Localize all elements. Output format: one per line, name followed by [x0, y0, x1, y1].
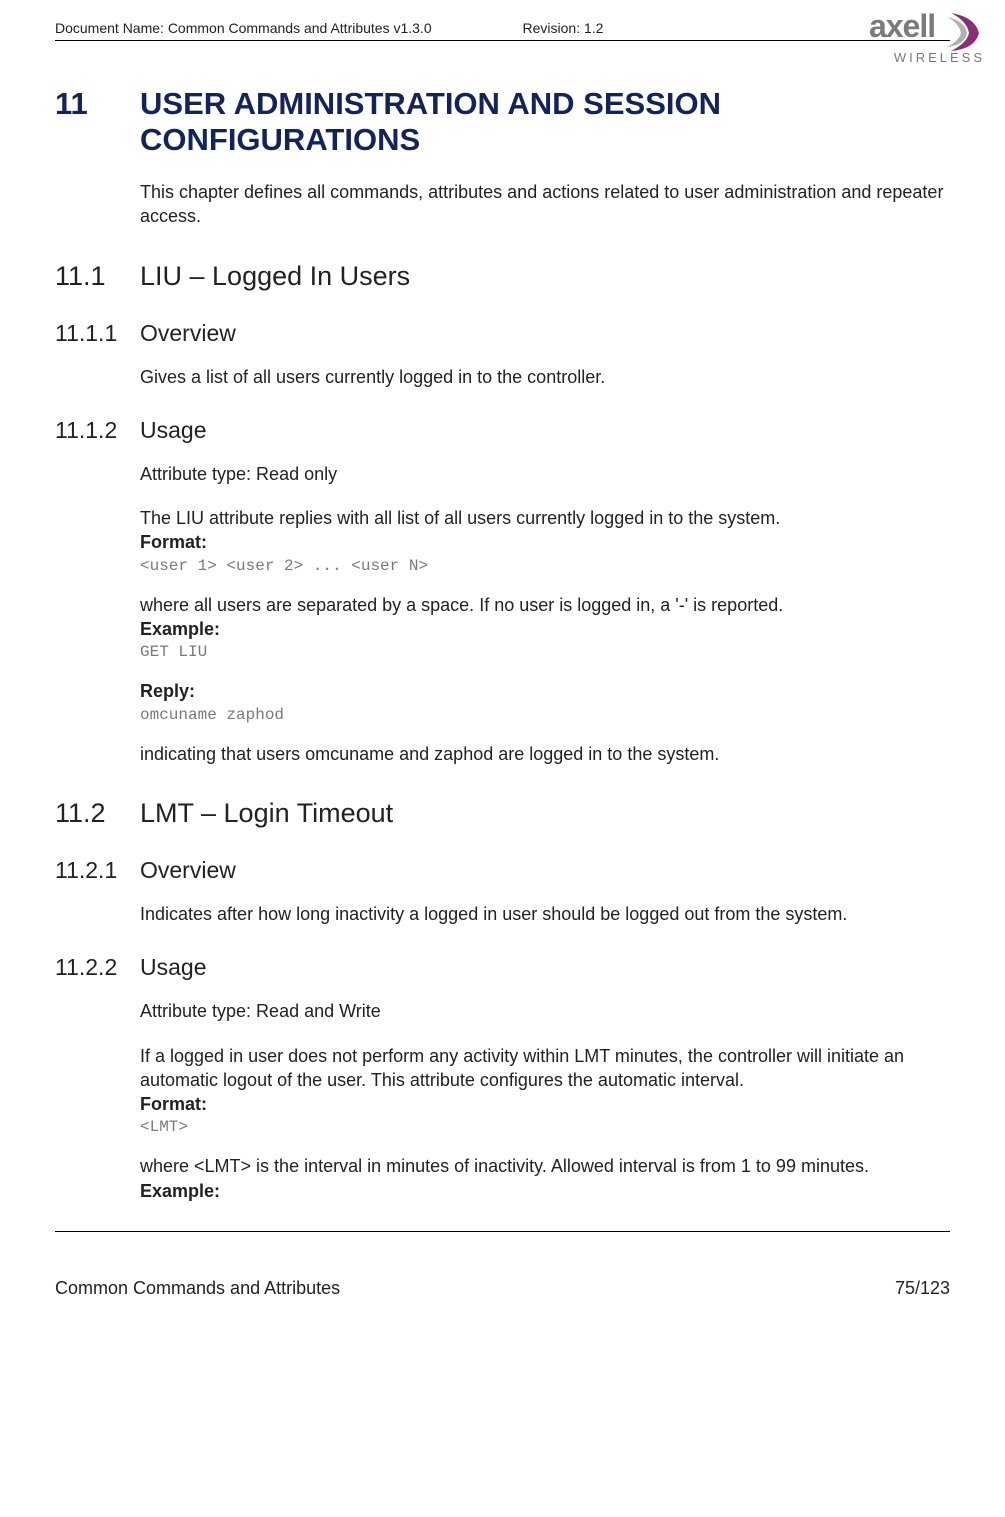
subsection-number: 11.2.2 — [55, 954, 140, 981]
format-code: <user 1> <user 2> ... <user N> — [55, 557, 950, 575]
where-text-block: where all users are separated by a space… — [55, 593, 950, 642]
where-text: where <LMT> is the interval in minutes o… — [140, 1156, 869, 1176]
format-label: Format: — [140, 1094, 207, 1114]
section-title-text: LIU – Logged In Users — [140, 261, 410, 292]
footer-left-text: Common Commands and Attributes — [55, 1278, 340, 1299]
chapter-heading: 11 USER ADMINISTRATION AND SESSION CONFI… — [55, 86, 950, 158]
where-text: where all users are separated by a space… — [140, 595, 783, 615]
overview-text: Gives a list of all users currently logg… — [55, 365, 950, 389]
section-number: 11.1 — [55, 261, 140, 292]
indicating-text: indicating that users omcuname and zapho… — [55, 742, 950, 766]
section-title-text: LMT – Login Timeout — [140, 798, 393, 829]
subsection-title-text: Usage — [140, 417, 206, 444]
section-heading: 11.1 LIU – Logged In Users — [55, 261, 950, 292]
subsection-heading: 11.1.2 Usage — [55, 417, 950, 444]
doc-name-text: Document Name: Common Commands and Attri… — [55, 20, 483, 36]
subsection-heading: 11.1.1 Overview — [55, 320, 950, 347]
example-code: GET LIU — [55, 643, 950, 661]
chapter-number: 11 — [55, 86, 140, 158]
logo-sub-text: WIRELESS — [869, 50, 985, 65]
logo: axell WIRELESS — [869, 8, 985, 65]
subsection-number: 11.2.1 — [55, 857, 140, 884]
overview-text: Indicates after how long inactivity a lo… — [55, 902, 950, 926]
format-code: <LMT> — [55, 1118, 950, 1136]
footer-divider — [55, 1231, 950, 1232]
chapter-title-text: USER ADMINISTRATION AND SESSION CONFIGUR… — [140, 86, 950, 158]
footer-page-number: 75/123 — [895, 1278, 950, 1299]
subsection-heading: 11.2.2 Usage — [55, 954, 950, 981]
page-header: Document Name: Common Commands and Attri… — [55, 20, 950, 36]
format-label: Format: — [140, 532, 207, 552]
usage-desc: The LIU attribute replies with all list … — [55, 506, 950, 555]
subsection-number: 11.1.2 — [55, 417, 140, 444]
attribute-type-text: Attribute type: Read only — [55, 462, 950, 486]
usage-desc-text: The LIU attribute replies with all list … — [140, 508, 780, 528]
subsection-title-text: Overview — [140, 320, 236, 347]
usage-desc: If a logged in user does not perform any… — [55, 1044, 950, 1117]
subsection-heading: 11.2.1 Overview — [55, 857, 950, 884]
reply-code: omcuname zaphod — [55, 706, 950, 724]
logo-main-text: axell — [869, 8, 935, 44]
reply-label-block: Reply: — [55, 679, 950, 703]
subsection-title-text: Usage — [140, 954, 206, 981]
attribute-type-text: Attribute type: Read and Write — [55, 999, 950, 1023]
section-number: 11.2 — [55, 798, 140, 829]
chapter-intro: This chapter defines all commands, attri… — [55, 180, 950, 229]
subsection-number: 11.1.1 — [55, 320, 140, 347]
reply-label: Reply: — [140, 681, 195, 701]
section-heading: 11.2 LMT – Login Timeout — [55, 798, 950, 829]
header-divider — [55, 40, 950, 41]
usage-desc-text: If a logged in user does not perform any… — [140, 1046, 904, 1090]
example-label: Example: — [140, 619, 220, 639]
page-footer: Common Commands and Attributes 75/123 — [55, 1272, 950, 1299]
subsection-title-text: Overview — [140, 857, 236, 884]
where-text-block: where <LMT> is the interval in minutes o… — [55, 1154, 950, 1203]
example-label: Example: — [140, 1181, 220, 1201]
